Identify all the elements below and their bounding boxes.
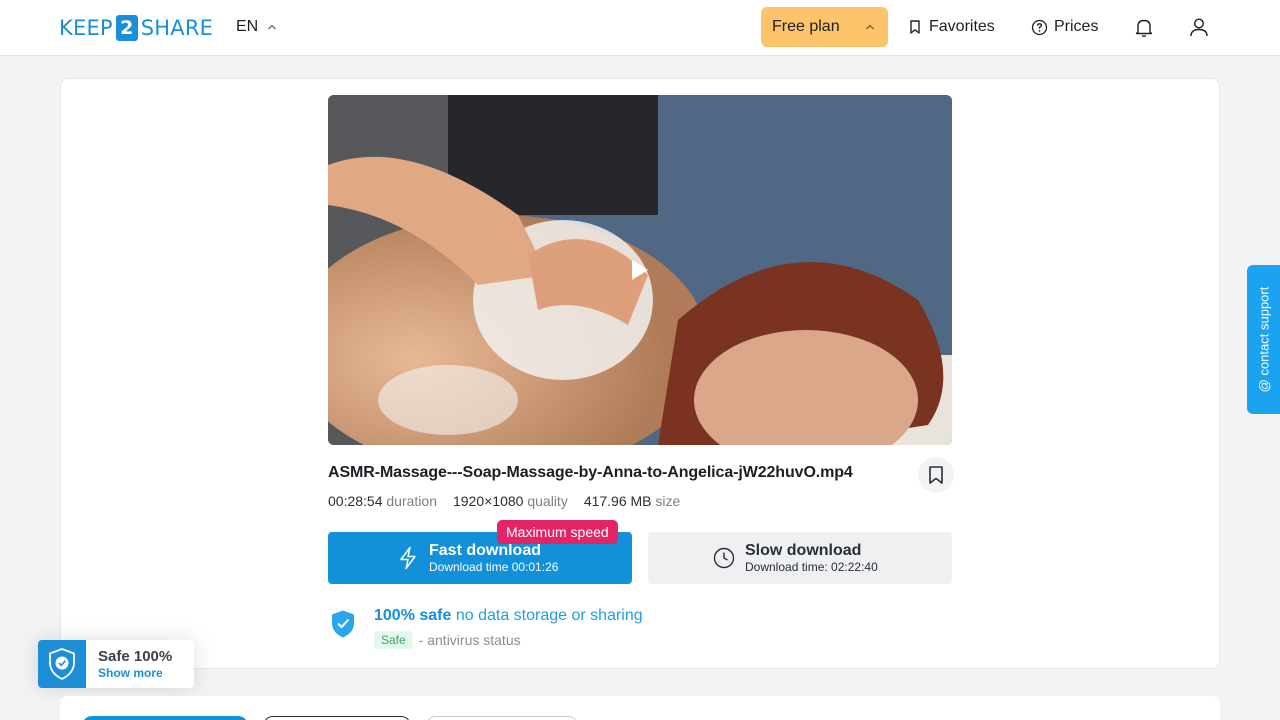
account-button[interactable] bbox=[1186, 14, 1212, 40]
safety-info: 100% safe no data storage or sharing Saf… bbox=[330, 606, 643, 654]
safety-line: 100% safe no data storage or sharing bbox=[374, 606, 643, 626]
logo-2-box: 2 bbox=[115, 15, 138, 41]
fast-download-title: Fast download bbox=[429, 541, 541, 559]
shield-check-icon bbox=[49, 648, 75, 681]
file-meta: 00:28:54 duration 1920×1080 quality 417.… bbox=[328, 493, 680, 511]
duration-meta: 00:28:54 duration bbox=[328, 493, 437, 511]
safe-widget-show-more[interactable]: Show more bbox=[98, 665, 172, 682]
size-value: 417.96 MB bbox=[583, 493, 652, 509]
top-header: KEEP 2 SHARE EN Free plan Favorites Pric… bbox=[0, 0, 1280, 56]
quality-label: quality bbox=[527, 493, 568, 509]
safety-detail-text: no data storage or sharing bbox=[455, 607, 643, 624]
play-icon bbox=[632, 260, 648, 280]
safe-100-widget[interactable]: Safe 100% Show more bbox=[38, 640, 194, 688]
slow-download-title: Slow download bbox=[745, 541, 862, 559]
language-label: EN bbox=[236, 18, 259, 35]
size-label: size bbox=[655, 493, 681, 509]
logo-share: SHARE bbox=[140, 16, 214, 40]
safety-strong-text: 100% safe bbox=[374, 607, 452, 624]
logo-keep: KEEP bbox=[59, 16, 113, 40]
quality-meta: 1920×1080 quality bbox=[453, 493, 568, 511]
size-meta: 417.96 MB size bbox=[584, 493, 681, 511]
contact-support-label: @ contact support bbox=[1256, 286, 1272, 393]
safe-widget-icon-box bbox=[38, 640, 86, 688]
add-to-favorites-button[interactable] bbox=[918, 457, 954, 493]
prices-label: Prices bbox=[1054, 18, 1099, 35]
keep2share-logo[interactable]: KEEP 2 SHARE bbox=[59, 14, 213, 42]
clock-icon bbox=[713, 547, 735, 569]
maximum-speed-badge: Maximum speed bbox=[497, 520, 618, 544]
duration-label: duration bbox=[386, 493, 437, 509]
bell-icon bbox=[1135, 19, 1153, 37]
free-plan-button[interactable]: Free plan bbox=[761, 7, 888, 47]
safe-badge: Safe bbox=[374, 631, 413, 649]
quality-value: 1920×1080 bbox=[452, 493, 524, 509]
language-selector[interactable]: EN bbox=[236, 16, 277, 38]
question-circle-icon bbox=[1031, 19, 1048, 35]
fast-download-time: Download time 00:01:26 bbox=[429, 559, 559, 574]
chevron-up-icon bbox=[866, 24, 874, 30]
duration-value: 00:28:54 bbox=[328, 493, 383, 509]
free-plan-label: Free plan bbox=[772, 18, 840, 35]
slow-download-button[interactable]: Slow download Download time: 02:22:40 bbox=[648, 532, 952, 584]
video-preview[interactable] bbox=[328, 95, 952, 445]
bookmark-icon bbox=[929, 466, 943, 484]
favorites-label: Favorites bbox=[929, 18, 995, 35]
lightning-icon bbox=[400, 546, 416, 570]
section-tab-1[interactable] bbox=[82, 716, 248, 720]
antivirus-status-label: - antivirus status bbox=[418, 632, 521, 648]
user-icon bbox=[1190, 18, 1208, 37]
shield-check-icon bbox=[332, 610, 354, 638]
section-tab-2[interactable] bbox=[263, 716, 411, 720]
file-name: ASMR-Massage---Soap-Massage-by-Anna-to-A… bbox=[328, 464, 853, 481]
contact-support-tab[interactable]: @ contact support bbox=[1247, 265, 1280, 414]
bookmark-icon bbox=[910, 20, 920, 34]
section-tab-3[interactable] bbox=[426, 716, 578, 720]
safe-widget-title: Safe 100% bbox=[98, 648, 173, 665]
prices-link[interactable]: Prices bbox=[1031, 16, 1098, 38]
slow-download-time: Download time: 02:22:40 bbox=[745, 559, 878, 574]
antivirus-status: Safe - antivirus status bbox=[374, 631, 643, 649]
favorites-link[interactable]: Favorites bbox=[907, 16, 995, 38]
chevron-up-icon bbox=[268, 24, 277, 30]
notifications-button[interactable] bbox=[1131, 14, 1157, 40]
